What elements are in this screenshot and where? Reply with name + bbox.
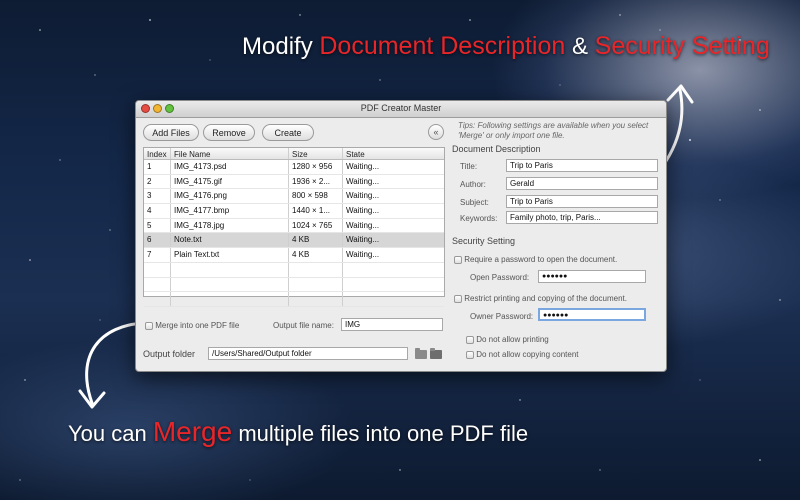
cell-state: Waiting... — [346, 206, 380, 216]
empty-table-row: .... — [144, 292, 444, 307]
open-password-input[interactable]: ●●●●●● — [538, 270, 646, 283]
caption-top: Modify Document Description & Security S… — [242, 32, 770, 61]
open-folder-icon[interactable] — [415, 348, 427, 359]
window-title: PDF Creator Master — [360, 103, 442, 113]
cell-file-name: IMG_4178.jpg — [171, 218, 289, 233]
require-password-checkbox[interactable] — [454, 255, 462, 264]
cell-file-name: Note.txt — [171, 233, 289, 248]
no-copy-label: Do not allow copying content — [476, 350, 579, 359]
cell-index: 5 — [144, 218, 171, 233]
caption-top-ampersand: & — [565, 33, 595, 60]
table-row[interactable]: 3 IMG_4176.png 800 × 598 Waiting... — [144, 189, 444, 205]
cell-state: Waiting... — [346, 220, 380, 230]
cell-index: 4 — [144, 204, 171, 218]
file-table[interactable]: Index File Name Size State 1 IMG_4173.ps… — [143, 147, 445, 307]
cell-size: 1280 × 956 — [289, 160, 343, 174]
output-name-label: Output file name: — [273, 321, 334, 330]
remove-button[interactable]: Remove — [203, 124, 255, 141]
cell-file-name: IMG_4175.gif — [171, 174, 289, 189]
column-header-file-name[interactable]: File Name — [171, 148, 289, 159]
caption-top-text: Modify — [242, 33, 320, 60]
cell-state: Waiting... — [346, 162, 380, 171]
output-folder-label: Output folder — [143, 349, 196, 359]
restrict-checkbox[interactable] — [454, 294, 462, 303]
keywords-input[interactable]: Family photo, trip, Paris... — [506, 211, 658, 224]
caption-bottom: You can Merge multiple files into one PD… — [68, 416, 528, 448]
open-password-label: Open Password: — [470, 273, 530, 282]
caption-bottom-text-end: multiple files into one PDF file — [232, 421, 529, 446]
document-description-heading: Document Description — [452, 144, 541, 154]
cell-index: 1 — [144, 160, 171, 174]
owner-password-label: Owner Password: — [470, 312, 534, 321]
no-print-label: Do not allow printing — [476, 335, 549, 344]
no-copy-row[interactable]: Do not allow copying content — [466, 350, 579, 359]
security-setting-heading: Security Setting — [452, 236, 516, 246]
merge-label: Merge into one PDF file — [155, 321, 240, 330]
cell-state: Waiting... — [346, 176, 380, 186]
collapse-panel-button[interactable]: « — [428, 124, 444, 140]
no-print-checkbox[interactable] — [466, 335, 474, 344]
require-password-row[interactable]: Require a password to open the document. — [454, 255, 617, 264]
add-files-button[interactable]: Add Files — [143, 124, 199, 141]
table-row[interactable]: 2 IMG_4175.gif 1936 × 2... Waiting... — [144, 174, 444, 190]
author-label: Author: — [460, 180, 486, 189]
cell-file-name: IMG_4177.bmp — [171, 204, 289, 218]
empty-table-row: .... — [144, 262, 444, 278]
table-row[interactable]: 5 IMG_4178.jpg 1024 × 765 Waiting... — [144, 218, 444, 234]
subject-input[interactable]: Trip to Paris — [506, 195, 658, 208]
column-header-index[interactable]: Index — [144, 148, 171, 159]
cell-index: 7 — [144, 248, 171, 262]
cell-size: 800 × 598 — [289, 189, 343, 204]
column-header-state[interactable]: State — [343, 148, 442, 159]
cell-file-name: IMG_4176.png — [171, 189, 289, 204]
cell-index: 6 — [144, 233, 171, 248]
caption-bottom-text: You can — [68, 421, 153, 446]
require-password-label: Require a password to open the document. — [464, 255, 618, 264]
caption-top-accent-1: Document Description — [319, 32, 566, 60]
create-button[interactable]: Create — [262, 124, 314, 141]
cell-size: 4 KB — [289, 248, 343, 262]
double-chevron-left-icon: « — [433, 127, 439, 137]
title-bar[interactable]: PDF Creator Master — [136, 101, 666, 118]
author-input[interactable]: Gerald — [506, 177, 658, 190]
merge-checkbox-row[interactable]: Merge into one PDF file — [145, 321, 239, 330]
cell-size: 1936 × 2... — [289, 174, 343, 189]
app-window: PDF Creator Master Add Files Remove Crea… — [135, 100, 667, 372]
title-label: Title: — [460, 162, 478, 171]
cell-file-name: IMG_4173.psd — [171, 160, 289, 174]
subject-label: Subject: — [460, 198, 489, 207]
table-row[interactable]: 1 IMG_4173.psd 1280 × 956 Waiting... — [144, 160, 444, 175]
cell-size: 4 KB — [289, 233, 343, 248]
cell-file-name: Plain Text.txt — [171, 248, 289, 262]
no-print-row[interactable]: Do not allow printing — [466, 335, 549, 344]
output-name-input[interactable]: IMG — [341, 318, 443, 331]
table-row[interactable]: 7 Plain Text.txt 4 KB Waiting... — [144, 248, 444, 263]
cell-state: Waiting... — [346, 250, 380, 260]
owner-password-input[interactable]: ●●●●●● — [538, 308, 646, 321]
cell-size: 1440 × 1... — [289, 204, 343, 218]
cell-index: 2 — [144, 174, 171, 189]
table-row-selected[interactable]: 6 Note.txt 4 KB Waiting... — [144, 233, 444, 249]
cell-state: Waiting... — [346, 191, 380, 201]
empty-table-row: .... — [144, 277, 444, 293]
output-folder-input[interactable]: /Users/Shared/Output folder — [208, 347, 408, 360]
restrict-label: Restrict printing and copying of the doc… — [464, 294, 627, 303]
restrict-row[interactable]: Restrict printing and copying of the doc… — [454, 294, 627, 303]
title-input[interactable]: Trip to Paris — [506, 159, 658, 172]
tips-text: Tips: Following settings are available w… — [458, 121, 649, 140]
caption-top-accent-2: Security Setting — [594, 32, 770, 60]
column-header-size[interactable]: Size — [289, 148, 343, 159]
browse-folder-icon[interactable] — [430, 348, 442, 359]
cell-size: 1024 × 765 — [289, 218, 343, 233]
caption-bottom-accent: Merge — [152, 416, 233, 447]
cell-state: Waiting... — [346, 235, 380, 245]
keywords-label: Keywords: — [460, 214, 498, 223]
table-header: Index File Name Size State — [144, 148, 444, 160]
merge-checkbox[interactable] — [145, 321, 153, 330]
no-copy-checkbox[interactable] — [466, 350, 474, 359]
cell-index: 3 — [144, 189, 171, 204]
table-row[interactable]: 4 IMG_4177.bmp 1440 × 1... Waiting... — [144, 204, 444, 219]
